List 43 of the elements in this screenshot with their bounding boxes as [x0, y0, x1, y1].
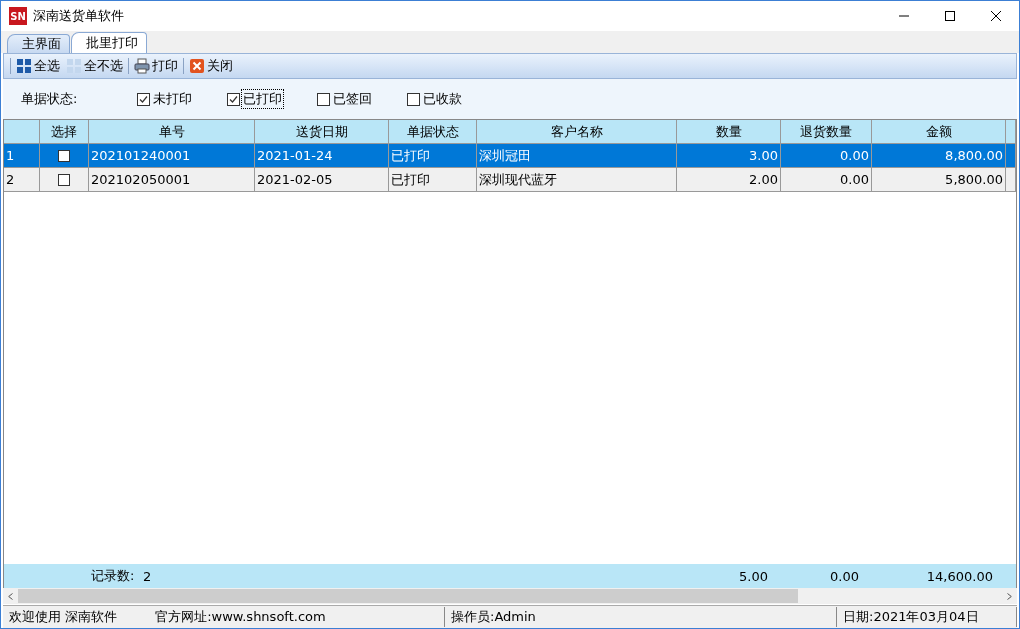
close-icon: [991, 11, 1001, 21]
total-quantity: 5.00: [738, 568, 769, 584]
table-cell: 已打印: [389, 168, 477, 192]
toolbar-button[interactable]: 关闭: [186, 57, 236, 75]
welcome-text: 欢迎使用 深南软件: [9, 608, 118, 626]
check-icon: [229, 94, 238, 104]
table-cell: 202102050001: [89, 168, 255, 192]
table-cell: 2.00: [677, 168, 781, 192]
app-logo: SN: [9, 7, 27, 25]
status-checkbox[interactable]: 未打印: [137, 89, 227, 109]
row-checkbox[interactable]: [58, 149, 70, 162]
total-returned: 0.00: [829, 568, 860, 584]
status-checkbox[interactable]: 已签回: [317, 89, 407, 109]
tab[interactable]: 主界面: [7, 34, 70, 53]
filter-label: 单据状态:: [21, 90, 79, 108]
record-count-label: 记录数:: [90, 567, 136, 585]
record-count: 2: [142, 568, 153, 584]
maximize-icon: [945, 11, 955, 21]
website-text: 官方网址:www.shnsoft.com: [155, 608, 326, 626]
status-checkbox[interactable]: 已收款: [407, 89, 497, 109]
check-icon: [139, 94, 148, 104]
table-cell: 2021-02-05: [255, 168, 389, 192]
toolbar-button[interactable]: 全不选: [63, 57, 126, 75]
table-cell: 深圳现代蓝牙: [477, 168, 677, 192]
table-cell: 0.00: [781, 168, 872, 192]
printer-icon: [134, 58, 150, 74]
toolbar-button[interactable]: 全选: [13, 57, 63, 75]
table-row[interactable]: 2 202102050001 2021-02-05 已打印 深圳现代蓝牙 2.00 0.00 5,800.00: [4, 168, 1016, 192]
grid-icon: [66, 58, 82, 74]
tab[interactable]: 批里打印: [71, 32, 147, 53]
table-row[interactable]: 1 202101240001 2021-01-24 已打印 深圳冠田 3.00 0.00 8,800.00: [4, 144, 1016, 168]
operator-text: 操作员:Admin: [445, 607, 837, 627]
table-cell: 5,800.00: [872, 168, 1006, 192]
grid-icon: [16, 58, 32, 74]
row-number: 2: [4, 168, 40, 192]
status-checkbox[interactable]: 已打印: [227, 89, 317, 109]
date-text: 日期:2021年03月04日: [837, 607, 1017, 627]
close-icon: [189, 58, 205, 74]
window-title: 深南送货单软件: [33, 7, 125, 25]
row-checkbox[interactable]: [58, 173, 70, 186]
total-amount: 14,600.00: [925, 568, 994, 584]
toolbar-button[interactable]: 打印: [131, 57, 181, 75]
horizontal-scrollbar[interactable]: [3, 588, 1017, 604]
